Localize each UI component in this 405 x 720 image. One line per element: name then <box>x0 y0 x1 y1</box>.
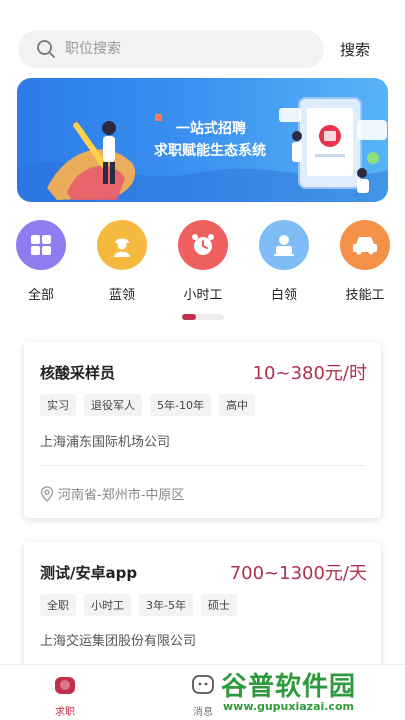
job-tags: 实习 退役军人 5年-10年 高中 <box>40 394 263 416</box>
search-input[interactable] <box>65 41 305 57</box>
category-label: 技能工 <box>345 288 385 303</box>
promo-banner[interactable]: 一站式招聘 求职赋能生态系统 <box>17 78 388 202</box>
category-skilled[interactable]: 技能工 <box>337 220 393 303</box>
search-button[interactable]: 搜索 <box>340 39 370 60</box>
job-tag: 全职 <box>40 594 76 616</box>
tab-label: 求职 <box>55 707 75 718</box>
banner-subheadline: 求职赋能生态系统 <box>154 143 266 159</box>
job-location-text: 河南省-郑州市-中原区 <box>58 488 185 503</box>
search-icon <box>37 40 55 58</box>
banner-headline: 一站式招聘 <box>176 121 246 137</box>
office-worker-icon <box>259 220 309 270</box>
job-tag: 退役军人 <box>84 394 142 416</box>
search-box[interactable] <box>18 30 324 68</box>
site-watermark: 谷普软件园 www.gupuxiazai.com <box>221 666 401 716</box>
company-name: 上海浦东国际机场公司 <box>40 435 171 450</box>
job-salary: 700~1300元/天 <box>229 563 367 584</box>
job-tag: 3年-5年 <box>139 594 193 616</box>
watermark-logo-text: 谷普软件园 <box>221 672 357 702</box>
location-pin-icon <box>40 485 54 502</box>
job-tags: 全职 小时工 3年-5年 硕士 <box>40 594 245 616</box>
job-tag: 小时工 <box>84 594 131 616</box>
tab-label: 消息 <box>193 707 213 718</box>
search-bar: 搜索 <box>18 30 387 68</box>
worker-icon <box>97 220 147 270</box>
category-white-collar[interactable]: 白领 <box>256 220 312 303</box>
tab-job-search[interactable]: 求职 <box>45 673 85 718</box>
grid-icon <box>16 220 66 270</box>
job-tag: 高中 <box>218 394 255 416</box>
category-label: 白领 <box>270 288 297 303</box>
category-blue-collar[interactable]: 蓝领 <box>94 220 150 303</box>
alarm-clock-icon <box>178 220 228 270</box>
category-nav: 全部 蓝领 小时工 白领 技能工 <box>0 220 405 310</box>
category-label: 全部 <box>27 288 54 303</box>
tab-messages[interactable]: 消息 <box>183 673 223 718</box>
job-tag: 5年-10年 <box>150 394 211 416</box>
job-search-tab-icon <box>55 677 75 694</box>
divider <box>40 465 365 466</box>
message-icon <box>192 675 214 694</box>
job-salary: 10~380元/时 <box>252 363 367 384</box>
job-tag: 实习 <box>40 394 76 416</box>
watermark-url: www.gupuxiazai.com <box>223 700 354 713</box>
category-hourly[interactable]: 小时工 <box>175 220 231 303</box>
job-card[interactable]: 核酸采样员 10~380元/时 实习 退役军人 5年-10年 高中 上海浦东国际… <box>24 342 381 518</box>
page-indicator-active <box>182 314 196 320</box>
job-title: 核酸采样员 <box>40 364 116 382</box>
category-label: 蓝领 <box>108 288 135 303</box>
category-all[interactable]: 全部 <box>13 220 69 303</box>
job-title: 测试/安卓app <box>40 564 138 582</box>
car-icon <box>340 220 390 270</box>
page-indicator <box>182 314 224 320</box>
company-name: 上海交运集团股份有限公司 <box>40 634 197 649</box>
job-tag: 硕士 <box>200 594 237 616</box>
job-location: 河南省-郑州市-中原区 <box>40 484 184 503</box>
category-label: 小时工 <box>183 288 223 303</box>
